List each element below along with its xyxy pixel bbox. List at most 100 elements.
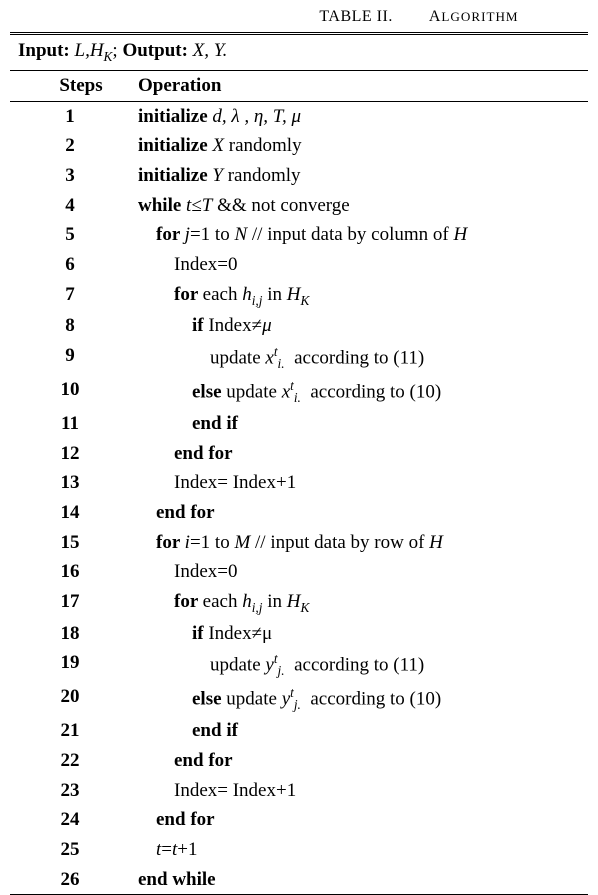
algo-row: 16 Index=0 xyxy=(10,557,588,587)
step-number: 2 xyxy=(10,131,130,161)
op-text: while xyxy=(138,195,186,216)
operation-cell: t=t+1 xyxy=(130,835,588,865)
algo-row: 13Index= Index+1 xyxy=(10,468,588,498)
op-text: update xyxy=(226,689,281,710)
algo-row: 15for i=1 to M // input data by row of H xyxy=(10,528,588,558)
step-number: 4 xyxy=(10,191,130,221)
op-text: each xyxy=(203,284,243,305)
algorithm-table: Input: L,HK; Output: X, Y. Steps Operati… xyxy=(10,32,588,895)
op-text: if xyxy=(192,623,208,644)
algo-row: 17for each hi,j in HK xyxy=(10,587,588,619)
step-number: 16 xyxy=(10,557,130,587)
op-text: else xyxy=(192,381,226,402)
algo-row: 3initialize Y randomly xyxy=(10,161,588,191)
operation-cell: update ytj. according to (11) xyxy=(130,648,588,682)
algorithm-body: 1initialize d, λ , η, T, μ2initialize X … xyxy=(10,101,588,895)
op-text: N xyxy=(234,224,247,245)
step-number: 7 xyxy=(10,280,130,312)
step-number: 15 xyxy=(10,528,130,558)
op-text: y xyxy=(265,655,273,676)
op-text: according to (10) xyxy=(301,381,441,402)
step-number: 11 xyxy=(10,409,130,439)
algo-row: 22 end for xyxy=(10,746,588,776)
header-operation: Operation xyxy=(130,70,588,101)
algo-row: 8if Index≠μ xyxy=(10,311,588,341)
step-number: 10 xyxy=(10,375,130,409)
op-text: // input data by row of xyxy=(250,532,429,553)
step-number: 17 xyxy=(10,587,130,619)
caption-title: ALGORITHM xyxy=(429,8,519,25)
table-caption: TABLE II. ALGORITHM xyxy=(10,8,588,26)
op-text: && not converge xyxy=(212,195,349,216)
step-number: 14 xyxy=(10,498,130,528)
op-text: // input data by column of xyxy=(247,224,453,245)
op-text: Index=0 xyxy=(174,254,237,275)
input-vars: L,H xyxy=(75,40,104,61)
step-number: 22 xyxy=(10,746,130,776)
op-text: +1 xyxy=(177,839,197,860)
op-text: else xyxy=(192,689,226,710)
operation-cell: Index=0 xyxy=(130,557,588,587)
operation-cell: end for xyxy=(130,498,588,528)
algo-row: 4while t≤T && not converge xyxy=(10,191,588,221)
operation-cell: Index=0 xyxy=(130,250,588,280)
input-sep: ; xyxy=(112,40,122,61)
algo-row: 21end if xyxy=(10,716,588,746)
algo-row: 6 Index=0 xyxy=(10,250,588,280)
algo-row: 5for j=1 to N // input data by column of… xyxy=(10,220,588,250)
op-text: h xyxy=(242,284,252,305)
operation-cell: end for xyxy=(130,439,588,469)
algo-row: 11end if xyxy=(10,409,588,439)
step-number: 12 xyxy=(10,439,130,469)
op-text: for xyxy=(174,284,203,305)
output-vars: X, Y. xyxy=(188,40,227,61)
op-text: for xyxy=(174,591,203,612)
operation-cell: update xti. according to (11) xyxy=(130,341,588,375)
step-number: 6 xyxy=(10,250,130,280)
step-number: 13 xyxy=(10,468,130,498)
step-number: 9 xyxy=(10,341,130,375)
op-text: update xyxy=(210,347,265,368)
step-number: 25 xyxy=(10,835,130,865)
step-number: 26 xyxy=(10,865,130,895)
op-text: i,j xyxy=(252,292,263,307)
operation-cell: Index= Index+1 xyxy=(130,776,588,806)
operation-cell: end for xyxy=(130,746,588,776)
step-number: 23 xyxy=(10,776,130,806)
op-text: update xyxy=(210,655,265,676)
operation-cell: while t≤T && not converge xyxy=(130,191,588,221)
op-text: end for xyxy=(174,750,233,771)
op-text: X xyxy=(212,135,224,156)
op-text: x xyxy=(265,347,273,368)
op-text: initialize xyxy=(138,165,212,186)
op-text: H xyxy=(429,532,443,553)
step-number: 18 xyxy=(10,619,130,649)
algo-row: 14 end for xyxy=(10,498,588,528)
op-text: according to (11) xyxy=(285,655,425,676)
op-text: i. xyxy=(294,390,301,405)
op-text: K xyxy=(300,292,309,307)
op-text: according to (11) xyxy=(285,347,425,368)
op-text: H xyxy=(453,224,467,245)
algo-row: 12end for xyxy=(10,439,588,469)
op-text: Index=0 xyxy=(174,561,237,582)
algo-row: 10else update xti. according to (10) xyxy=(10,375,588,409)
algo-row: 24end for xyxy=(10,805,588,835)
op-text: end for xyxy=(156,502,215,523)
op-text: i. xyxy=(278,356,285,371)
algo-row: 9update xti. according to (11) xyxy=(10,341,588,375)
algo-row: 2initialize X randomly xyxy=(10,131,588,161)
operation-cell: initialize Y randomly xyxy=(130,161,588,191)
operation-cell: else update ytj. according to (10) xyxy=(130,682,588,716)
op-text: t≤T xyxy=(186,195,212,216)
algo-row: 23Index= Index+1 xyxy=(10,776,588,806)
operation-cell: if Index≠μ xyxy=(130,311,588,341)
op-text: if xyxy=(192,315,208,336)
algo-row: 7for each hi,j in HK xyxy=(10,280,588,312)
op-text: Index≠μ xyxy=(208,623,272,644)
op-text: Index≠ xyxy=(208,315,262,336)
op-text: in xyxy=(262,591,286,612)
op-text: = xyxy=(161,839,172,860)
op-text: Y xyxy=(212,165,223,186)
input-label: Input: xyxy=(18,40,70,61)
